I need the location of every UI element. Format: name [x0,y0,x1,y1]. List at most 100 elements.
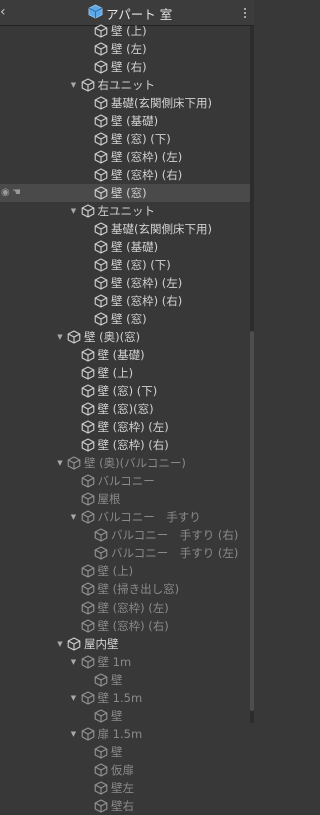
gameobject-cube-icon [67,330,81,344]
tree-row[interactable]: バルコニー 手すり (右) [0,526,250,544]
tree-row-label: 壁 [111,744,123,759]
tree-row-label: 壁 [111,672,123,687]
tree-row-label: 壁 (窓) [111,186,147,201]
tree-row[interactable]: 壁左 [0,779,250,797]
page-title: アパート 室 [106,6,173,22]
tree-row[interactable]: バルコニー [0,472,250,490]
tree-row[interactable]: バルコニー 手すり (左) [0,544,250,562]
tree-row[interactable]: 壁 (上) [0,364,250,382]
tree-row[interactable]: 基礎(玄関側床下用) [0,220,250,238]
gameobject-cube-icon [94,276,108,290]
gameobject-cube-icon [94,781,108,795]
tree-row[interactable]: 壁 (窓) (下) [0,256,250,274]
gameobject-cube-icon [94,294,108,308]
expand-arrow-icon[interactable]: ▼ [69,653,79,671]
tree-row[interactable]: 壁 (窓枠) (右) [0,436,250,454]
tree-row-label: バルコニー 手すり [97,510,201,525]
gameobject-cube-icon [94,132,108,146]
expand-arrow-icon[interactable]: ▼ [69,689,79,707]
gameobject-cube-icon [94,709,108,723]
tree-row[interactable]: 壁 (窓枠) (左) [0,148,250,166]
expand-arrow-icon[interactable]: ▼ [55,454,65,472]
gameobject-cube-icon [94,240,108,254]
tree-row[interactable]: 壁 (窓枠) (右) [0,292,250,310]
expand-arrow-icon[interactable]: ▼ [69,725,79,743]
tree-row[interactable]: 壁右 [0,797,250,815]
tree-row-label: 壁 [111,708,123,723]
tree-row[interactable]: 壁 (上) [0,22,250,40]
tree-row[interactable]: 壁 (窓) (下) [0,130,250,148]
tree-row[interactable]: 基礎(玄関側床下用) [0,94,250,112]
tree-row[interactable]: 仮扉 [0,761,250,779]
eye-icon[interactable]: ◉ [1,184,10,202]
tree-row[interactable]: 壁 (窓) [0,310,250,328]
tree-row[interactable]: 壁 [0,671,250,689]
tree-row[interactable]: 壁 (窓) (下) [0,382,250,400]
gameobject-cube-icon [94,312,108,326]
tree-row-label: 壁 (窓) (下) [97,384,158,399]
expand-arrow-icon[interactable]: ▼ [55,635,65,653]
expand-arrow-icon[interactable]: ▼ [55,328,65,346]
tree-row[interactable]: 壁 [0,743,250,761]
tree-row-label: 壁 (窓枠) (左) [97,420,169,435]
more-vertical-icon[interactable] [240,4,250,22]
chevron-left-icon[interactable]: ‹ [0,3,12,21]
tree-row[interactable]: ▼ 壁 1.5m [0,689,250,707]
gameobject-cube-icon [81,438,95,452]
gameobject-cube-icon [94,60,108,74]
gameobject-cube-icon [81,691,95,705]
tree-row[interactable]: 壁 (窓枠) (右) [0,617,250,635]
tree-row[interactable]: 壁 (窓枠) (左) [0,418,250,436]
tree-row[interactable]: 壁 (左) [0,40,250,58]
tree-row-label: 扉 1.5m [97,726,143,741]
gameobject-cube-icon [81,420,95,434]
prefab-title: アパート 室 [88,4,172,22]
tree-row-label: 壁 (窓枠) (左) [111,150,183,165]
tree-row-label: 壁 (窓)(窓) [97,402,154,417]
tree-row[interactable]: ▼ 左ユニット [0,202,250,220]
tree-row[interactable]: ▼ バルコニー 手すり [0,508,250,526]
gameobject-cube-icon [81,618,95,633]
expand-arrow-icon[interactable]: ▼ [69,76,79,94]
scrollbar-thumb[interactable] [250,331,254,711]
tree-row-label: 壁 (上) [111,24,147,38]
tree-row[interactable]: 壁 (窓枠) (左) [0,274,250,292]
tree-row-label: 壁 (窓枠) (右) [97,438,169,453]
tree-row[interactable]: ◉ ☚ 壁 (窓) [0,184,250,203]
tree-row-label: バルコニー 手すり (左) [111,546,239,561]
tree-row[interactable]: ▼ 屋内壁 [0,635,250,653]
tree-row[interactable]: 壁 (上) [0,562,250,580]
expand-arrow-icon[interactable]: ▼ [69,508,79,526]
tree-row[interactable]: ▼ 壁 1m [0,653,250,671]
tree-row[interactable]: ▼ 右ユニット [0,76,250,94]
gameobject-cube-icon [81,474,95,488]
tree-row[interactable]: 壁 (基礎) [0,238,250,256]
tree-row-label: 壁 (奥)(窓) [84,330,141,345]
tree-row[interactable]: 壁 (窓枠) (右) [0,166,250,184]
tree-row[interactable]: 壁 [0,707,250,725]
gameobject-cube-icon [94,150,108,164]
gameobject-cube-icon [94,114,108,128]
tree-row-label: 基礎(玄関側床下用) [111,96,212,111]
tree-row[interactable]: 壁 (基礎) [0,346,250,364]
tree-row-label: 壁 (窓) (下) [111,258,171,273]
tree-row[interactable]: ▼ 壁 (奥)(窓) [0,328,250,346]
gameobject-cube-icon [81,655,95,669]
tree-row[interactable]: 壁 (窓枠) (左) [0,599,250,617]
tree-row-label: 壁 1.5m [97,690,143,705]
tree-row[interactable]: 壁 (右) [0,58,250,76]
tree-row[interactable]: 壁 (窓)(窓) [0,400,250,418]
tree-row-label: 壁 (窓枠) (右) [111,294,183,309]
gameobject-cube-icon [81,78,95,92]
pickable-hand-icon[interactable]: ☚ [12,184,21,202]
expand-arrow-icon[interactable]: ▼ [69,202,79,220]
vertical-scrollbar[interactable] [250,26,254,723]
tree-row[interactable]: ▼ 壁 (奥)(バルコニー) [0,454,250,472]
tree-row[interactable]: 屋根 [0,490,250,508]
tree-row[interactable]: ▼ 扉 1.5m [0,725,250,743]
tree-row[interactable]: 壁 (基礎) [0,112,250,130]
tree-row-label: 壁 (窓) (下) [111,132,171,147]
tree-row-label: 壁 (窓枠) (右) [111,168,183,183]
tree-row[interactable]: 壁 (掃き出し窓) [0,580,250,598]
gameobject-cube-icon [81,600,95,615]
